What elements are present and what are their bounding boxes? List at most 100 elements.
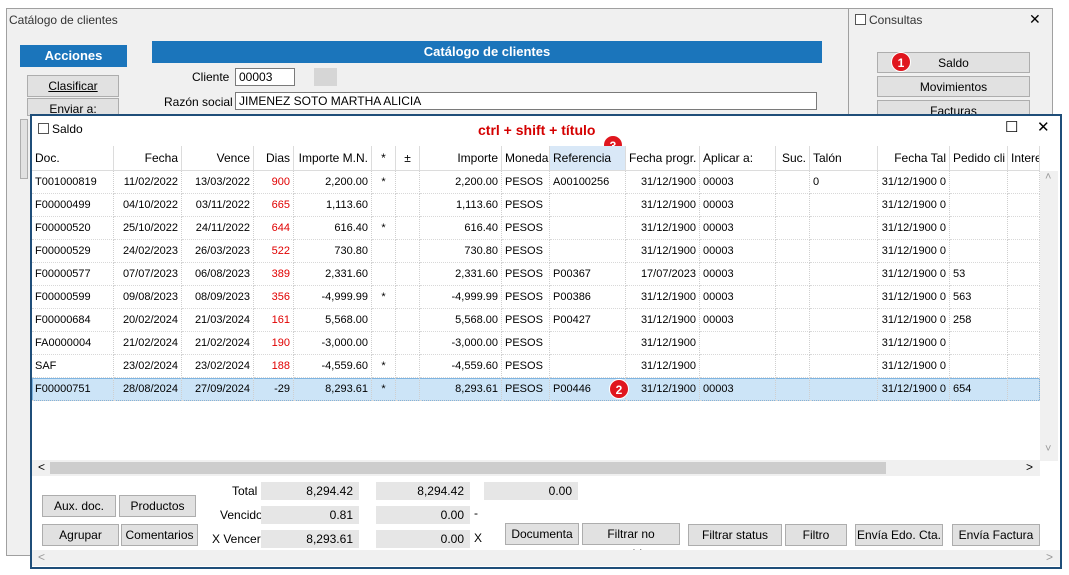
table-cell[interactable] bbox=[950, 217, 1008, 240]
table-cell[interactable]: 23/02/2024 bbox=[114, 355, 182, 378]
bottom-scrollbar[interactable]: < > bbox=[32, 550, 1060, 566]
table-cell[interactable]: 654 bbox=[950, 378, 1008, 401]
table-cell[interactable]: T001000819 bbox=[32, 171, 114, 194]
table-cell[interactable]: 188 bbox=[254, 355, 294, 378]
table-cell[interactable] bbox=[810, 240, 878, 263]
table-cell[interactable]: 31/12/1900 bbox=[626, 355, 700, 378]
scroll-left-icon[interactable]: < bbox=[38, 550, 45, 564]
table-cell[interactable]: F00000577 bbox=[32, 263, 114, 286]
scroll-right-icon[interactable]: > bbox=[1046, 550, 1053, 564]
column-header[interactable]: Importe M.N. bbox=[294, 146, 372, 171]
table-cell[interactable]: -4,559.60 bbox=[294, 355, 372, 378]
table-cell[interactable]: 31/12/1900 bbox=[626, 171, 700, 194]
table-cell[interactable]: 644 bbox=[254, 217, 294, 240]
table-cell[interactable] bbox=[776, 263, 810, 286]
table-cell[interactable]: 24/02/2023 bbox=[114, 240, 182, 263]
column-header[interactable]: * bbox=[372, 146, 396, 171]
column-header[interactable]: Intereses bbox=[1008, 146, 1040, 171]
table-cell[interactable] bbox=[396, 355, 420, 378]
table-cell[interactable]: 23/02/2024 bbox=[182, 355, 254, 378]
table-cell[interactable]: -3,000.00 bbox=[420, 332, 502, 355]
table-cell[interactable] bbox=[776, 355, 810, 378]
horizontal-scrollbar[interactable]: < > bbox=[32, 460, 1040, 476]
documenta-button[interactable]: Documenta bbox=[505, 523, 579, 545]
table-cell[interactable]: 31/12/1900 0 bbox=[878, 263, 950, 286]
table-cell[interactable]: 2,331.60 bbox=[294, 263, 372, 286]
table-cell[interactable]: 00003 bbox=[700, 240, 776, 263]
table-cell[interactable] bbox=[776, 194, 810, 217]
table-cell[interactable] bbox=[1008, 355, 1040, 378]
table-cell[interactable]: F00000499 bbox=[32, 194, 114, 217]
table-cell[interactable]: F00000520 bbox=[32, 217, 114, 240]
table-cell[interactable] bbox=[1008, 286, 1040, 309]
table-cell[interactable]: 00003 bbox=[700, 171, 776, 194]
table-cell[interactable]: 00003 bbox=[700, 194, 776, 217]
table-cell[interactable]: PESOS bbox=[502, 171, 550, 194]
table-cell[interactable] bbox=[372, 194, 396, 217]
table-cell[interactable]: -4,559.60 bbox=[420, 355, 502, 378]
column-header[interactable]: Importe bbox=[420, 146, 502, 171]
table-cell[interactable]: -4,999.99 bbox=[294, 286, 372, 309]
table-cell[interactable]: 04/10/2022 bbox=[114, 194, 182, 217]
table-cell[interactable]: PESOS bbox=[502, 378, 550, 401]
column-header[interactable]: Dias bbox=[254, 146, 294, 171]
table-cell[interactable] bbox=[550, 240, 626, 263]
table-cell[interactable] bbox=[810, 378, 878, 401]
table-cell[interactable]: PESOS bbox=[502, 332, 550, 355]
table-cell[interactable]: 17/07/2023 bbox=[626, 263, 700, 286]
table-cell[interactable] bbox=[810, 286, 878, 309]
productos-button[interactable]: Productos bbox=[119, 495, 196, 517]
table-cell[interactable]: 31/12/1900 0 bbox=[878, 194, 950, 217]
table-cell[interactable]: SAF bbox=[32, 355, 114, 378]
table-cell[interactable]: 258 bbox=[950, 309, 1008, 332]
table-cell[interactable] bbox=[396, 332, 420, 355]
table-cell[interactable]: PESOS bbox=[502, 194, 550, 217]
table-cell[interactable]: 190 bbox=[254, 332, 294, 355]
table-cell[interactable]: 53 bbox=[950, 263, 1008, 286]
table-cell[interactable] bbox=[372, 240, 396, 263]
table-cell[interactable]: 03/11/2022 bbox=[182, 194, 254, 217]
table-cell[interactable] bbox=[372, 263, 396, 286]
column-header[interactable]: ± bbox=[396, 146, 420, 171]
table-cell[interactable]: 616.40 bbox=[420, 217, 502, 240]
table-cell[interactable]: 8,293.61 bbox=[420, 378, 502, 401]
table-cell[interactable] bbox=[810, 217, 878, 240]
table-cell[interactable]: 730.80 bbox=[294, 240, 372, 263]
scroll-thumb[interactable] bbox=[50, 462, 886, 474]
aux-doc-button[interactable]: Aux. doc. bbox=[42, 495, 116, 517]
table-cell[interactable] bbox=[396, 286, 420, 309]
table-cell[interactable] bbox=[810, 355, 878, 378]
table-cell[interactable] bbox=[700, 355, 776, 378]
table-cell[interactable] bbox=[776, 309, 810, 332]
table-cell[interactable] bbox=[1008, 309, 1040, 332]
table-cell[interactable] bbox=[396, 171, 420, 194]
table-cell[interactable]: PESOS bbox=[502, 286, 550, 309]
table-cell[interactable]: 522 bbox=[254, 240, 294, 263]
table-cell[interactable]: * bbox=[372, 378, 396, 401]
table-cell[interactable]: 26/03/2023 bbox=[182, 240, 254, 263]
table-cell[interactable]: 21/03/2024 bbox=[182, 309, 254, 332]
table-cell[interactable]: * bbox=[372, 171, 396, 194]
table-cell[interactable] bbox=[1008, 332, 1040, 355]
table-cell[interactable]: 563 bbox=[950, 286, 1008, 309]
table-cell[interactable] bbox=[396, 309, 420, 332]
table-cell[interactable]: 13/03/2022 bbox=[182, 171, 254, 194]
filtrar-status-button[interactable]: Filtrar status bbox=[688, 524, 782, 546]
filtrar-no-vencidos-button[interactable]: Filtrar no vencidos bbox=[582, 523, 680, 561]
column-header[interactable]: Doc. bbox=[32, 146, 114, 171]
table-cell[interactable]: 21/02/2024 bbox=[182, 332, 254, 355]
agrupar-button[interactable]: Agrupar bbox=[42, 524, 119, 546]
cliente-lookup-button[interactable] bbox=[314, 68, 337, 86]
table-cell[interactable]: 31/12/1900 0 bbox=[878, 378, 950, 401]
scroll-left-icon[interactable]: < bbox=[38, 460, 45, 474]
table-cell[interactable]: 161 bbox=[254, 309, 294, 332]
clasificar-button[interactable]: Clasificar bbox=[27, 75, 119, 97]
close-icon[interactable]: ✕ bbox=[1029, 11, 1041, 28]
table-cell[interactable]: P00367 bbox=[550, 263, 626, 286]
column-header[interactable]: Referencia bbox=[550, 146, 626, 171]
table-cell[interactable]: P00427 bbox=[550, 309, 626, 332]
table-cell[interactable]: 24/11/2022 bbox=[182, 217, 254, 240]
table-cell[interactable] bbox=[950, 240, 1008, 263]
table-cell[interactable]: 1,113.60 bbox=[420, 194, 502, 217]
table-cell[interactable] bbox=[776, 171, 810, 194]
